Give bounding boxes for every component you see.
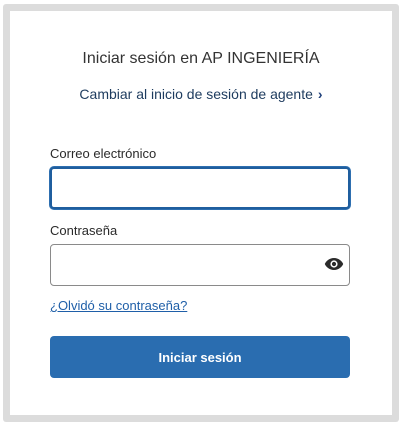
agent-login-link[interactable]: Cambiar al inicio de sesión de agente › — [10, 86, 392, 102]
chevron-right-icon: › — [317, 86, 323, 102]
login-frame: Iniciar sesión en AP INGENIERÍA Cambiar … — [3, 4, 399, 422]
email-label: Correo electrónico — [50, 146, 157, 161]
eye-icon[interactable] — [324, 257, 344, 271]
password-label: Contraseña — [50, 223, 118, 238]
password-field[interactable] — [50, 244, 350, 286]
forgot-password-link[interactable]: ¿Olvidó su contraseña? — [50, 298, 187, 313]
sign-in-button[interactable]: Iniciar sesión — [50, 336, 350, 378]
page-title: Iniciar sesión en AP INGENIERÍA — [82, 50, 320, 67]
agent-login-link-label: Cambiar al inicio de sesión de agente — [79, 86, 313, 102]
email-field[interactable] — [50, 167, 350, 209]
login-card: Iniciar sesión en AP INGENIERÍA Cambiar … — [10, 11, 392, 415]
